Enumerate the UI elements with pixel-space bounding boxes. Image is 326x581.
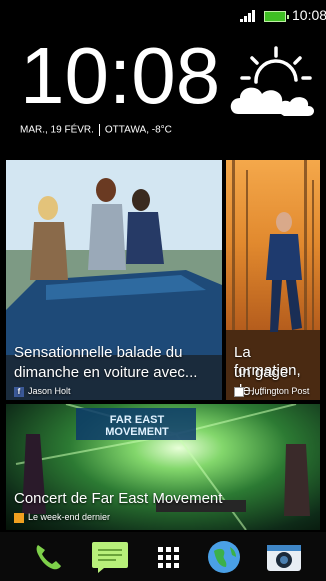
tile-source-label: Le week-end dernier	[28, 512, 111, 522]
tile-title-line1: Concert de Far East Movement	[14, 490, 223, 507]
clock-time[interactable]: 10:08	[20, 36, 220, 116]
tile-source: f Jason Holt	[14, 386, 71, 397]
news-icon	[234, 386, 244, 397]
tile-source: Le week-end dernier	[14, 512, 110, 523]
status-time: 10:08	[292, 7, 326, 23]
gallery-icon	[14, 512, 24, 523]
camera-icon[interactable]	[264, 540, 304, 574]
browser-globe-icon[interactable]	[204, 540, 244, 574]
status-bar: 10:08	[0, 0, 326, 26]
tile-source-label: Huffington Post	[248, 386, 310, 396]
feed-tile-concert[interactable]: FAR EAST MOVEMENT Concert de Far East Mo…	[6, 404, 320, 530]
signal-bars-icon	[240, 10, 258, 22]
feed-tile-drive[interactable]: Sensationnelle balade du dimanche en voi…	[6, 160, 222, 400]
concert-banner-text: FAR EAST MOVEMENT	[105, 414, 169, 438]
location-temp-label: OTTAWA, -8°C	[104, 124, 172, 136]
app-dock	[0, 532, 326, 581]
tile-source-label: Jason Holt	[28, 386, 71, 396]
partly-cloudy-icon[interactable]	[226, 42, 318, 122]
app-drawer-icon[interactable]	[148, 540, 188, 574]
messages-icon[interactable]	[90, 540, 130, 574]
feed-tile-formation[interactable]: La formation, un gage de... Huffington P…	[226, 160, 320, 400]
tile-title-line2: dimanche en voiture avec...	[14, 364, 198, 381]
clock-weather-widget[interactable]: 10:08 MAR., 19 FÉVR. OTTAWA, -8°C	[6, 26, 320, 158]
facebook-icon: f	[14, 386, 24, 397]
date-location-row: MAR., 19 FÉVR. OTTAWA, -8°C	[20, 124, 172, 137]
tile-source: Huffington Post	[234, 386, 309, 397]
battery-icon	[264, 11, 289, 22]
date-label: MAR., 19 FÉVR.	[20, 124, 94, 136]
tile-title-line1: Sensationnelle balade du	[14, 344, 183, 361]
phone-icon[interactable]	[28, 540, 68, 574]
